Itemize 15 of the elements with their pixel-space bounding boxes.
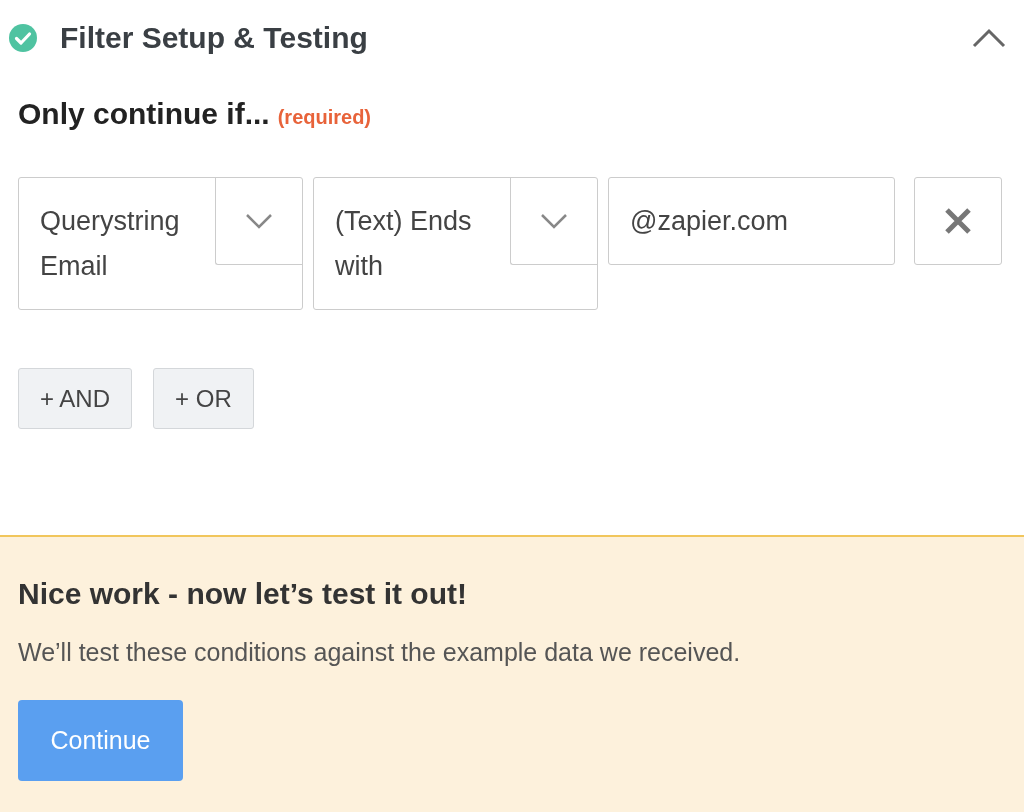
notice-title: Nice work - now let’s test it out! (18, 577, 468, 611)
close-icon (943, 206, 973, 236)
add-condition-button[interactable]: + OR (153, 368, 254, 429)
notice-text: We’ll test these conditions against the example data we received. (18, 638, 742, 667)
remove-button[interactable] (914, 177, 1002, 265)
filter-heading: Only continue if... (18, 97, 270, 131)
required-label: (required) (277, 106, 372, 129)
chevron-down-icon (245, 213, 273, 229)
section-title: Filter Setup & Testing (60, 20, 369, 55)
add-condition-button[interactable]: + AND (18, 368, 133, 429)
field-dropdown[interactable]: Querystring Email (18, 177, 303, 310)
value-input-field[interactable]: @zapier.com (608, 177, 895, 265)
operator-dropdown[interactable]: (Text) Ends with (313, 177, 598, 310)
chevron-icon[interactable] (972, 27, 1006, 48)
chevron-down-icon (540, 213, 568, 229)
